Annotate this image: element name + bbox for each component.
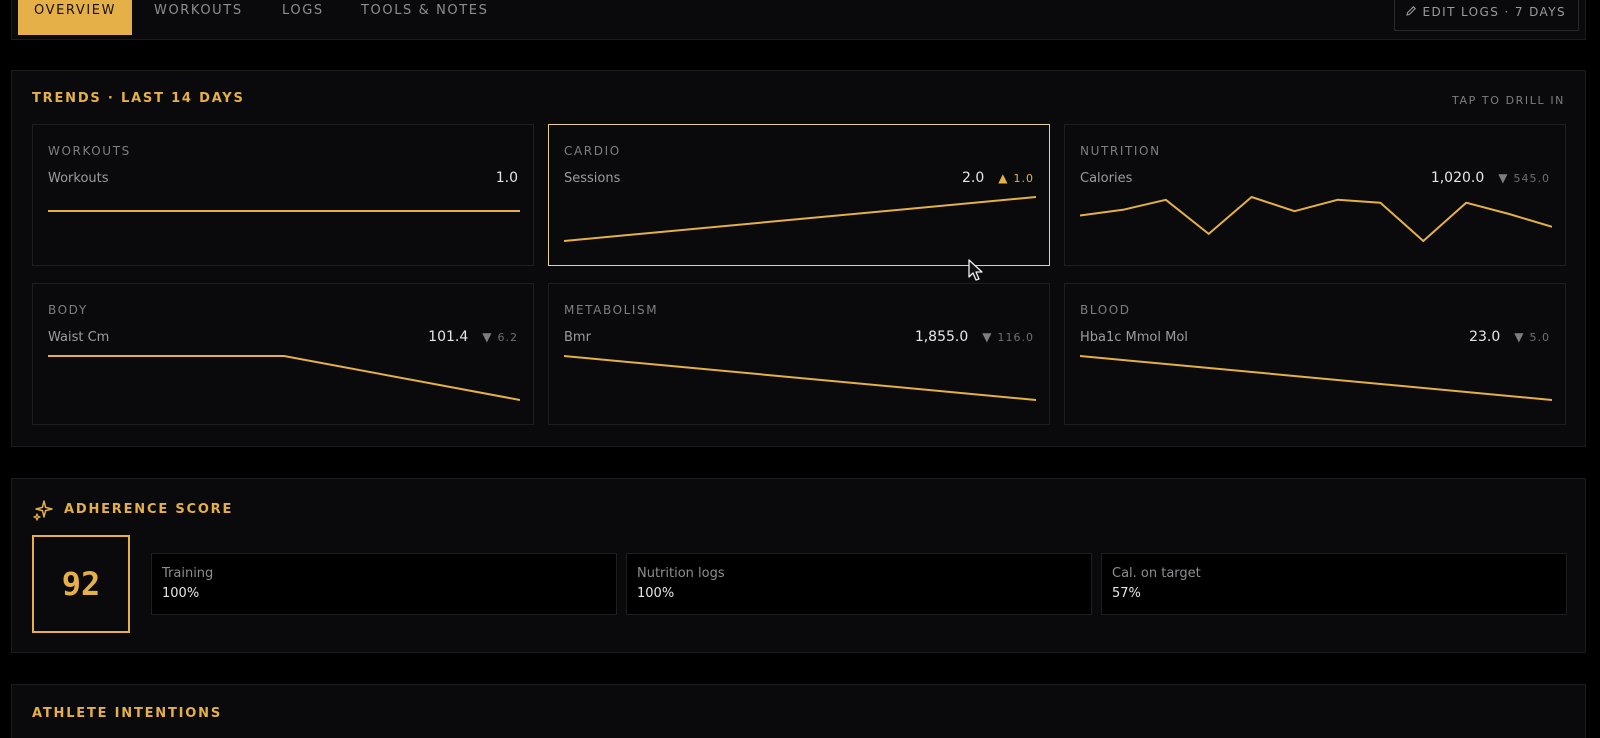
mouse-pointer-icon [968,259,983,281]
stat-label: Nutrition logs [637,566,725,581]
trend-down-icon: ▼ [1514,330,1524,344]
card-value: 101.4 [428,329,469,345]
card-value: 1,855.0 [914,329,969,345]
trend-down-icon: ▼ [482,330,492,344]
card-delta: 116.0 [997,331,1034,344]
card-category: Workouts [48,144,131,158]
adherence-score: 92 [32,535,130,633]
card-delta: 5.0 [1529,331,1550,344]
sparkline-body [48,355,520,401]
edit-logs-button[interactable]: Edit logs · 7 days [1393,0,1579,31]
card-category: Metabolism [564,303,659,317]
stat-nutrition-logs: Nutrition logs 100% [626,553,1092,615]
trend-card-body[interactable]: Body Waist Cm 101.4 ▼ 6.2 [32,283,534,425]
card-metric: Bmr [564,330,591,345]
sparkline-path [564,196,1036,242]
sparkline-cardio [564,196,1036,242]
card-value: 1.0 [495,170,518,186]
trend-card-blood[interactable]: Blood Hba1c Mmol Mol 23.0 ▼ 5.0 [1064,283,1566,425]
card-value: 23.0 [1469,329,1501,345]
card-delta: 545.0 [1513,172,1550,185]
card-metric: Sessions [564,171,621,186]
stat-value: 100% [162,586,200,601]
intentions-panel [11,684,1586,738]
sparkline-path [48,355,520,401]
card-category: Nutrition [1080,144,1161,158]
card-metric: Waist Cm [48,330,110,345]
card-category: Cardio [564,144,621,158]
tab-tools-notes[interactable]: Tools & Notes [361,0,488,35]
sparkline-path [564,355,1036,401]
card-value: 1,020.0 [1430,170,1485,186]
sparkline-path [1080,355,1552,401]
sparkles-icon [33,500,53,521]
sparkline-nutrition [1080,196,1552,242]
top-nav: Overview Workouts Logs Tools & Notes Edi… [11,0,1586,40]
trends-title: Trends · Last 14 days [32,91,245,106]
stat-value: 100% [637,586,675,601]
trend-card-metabolism[interactable]: Metabolism Bmr 1,855.0 ▼ 116.0 [548,283,1050,425]
card-delta: 6.2 [497,331,518,344]
card-value: 2.0 [962,170,985,186]
adherence-title: Adherence score [64,502,234,517]
card-delta: 1.0 [1013,172,1034,185]
sparkline-path [1080,196,1552,242]
tab-logs[interactable]: Logs [282,0,324,35]
trend-up-icon: ▲ [998,171,1008,185]
sparkline-workouts [48,210,520,212]
sparkline-metabolism [564,355,1036,401]
tab-overview[interactable]: Overview [18,0,133,35]
card-metric: Hba1c Mmol Mol [1080,330,1188,345]
edit-logs-label: Edit logs · 7 days [1422,5,1566,19]
stat-label: Cal. on target [1112,566,1201,581]
stat-cal-on-target: Cal. on target 57% [1101,553,1567,615]
trend-down-icon: ▼ [1498,171,1508,185]
trend-card-nutrition[interactable]: Nutrition Calories 1,020.0 ▼ 545.0 [1064,124,1566,266]
card-metric: Calories [1080,171,1133,186]
pencil-icon [1405,6,1416,16]
stat-value: 57% [1112,586,1141,601]
card-metric: Workouts [48,171,109,186]
stat-label: Training [162,566,214,581]
intentions-title: Athlete intentions [32,706,222,721]
trend-card-workouts[interactable]: Workouts Workouts 1.0 [32,124,534,266]
card-category: Body [48,303,88,317]
stat-training: Training 100% [151,553,617,615]
tab-workouts[interactable]: Workouts [154,0,243,35]
drill-hint: Tap to drill in [1452,94,1565,107]
trend-down-icon: ▼ [982,330,992,344]
sparkline-blood [1080,355,1552,401]
card-category: Blood [1080,303,1131,317]
trend-card-cardio[interactable]: Cardio Sessions 2.0 ▲ 1.0 [548,124,1050,266]
